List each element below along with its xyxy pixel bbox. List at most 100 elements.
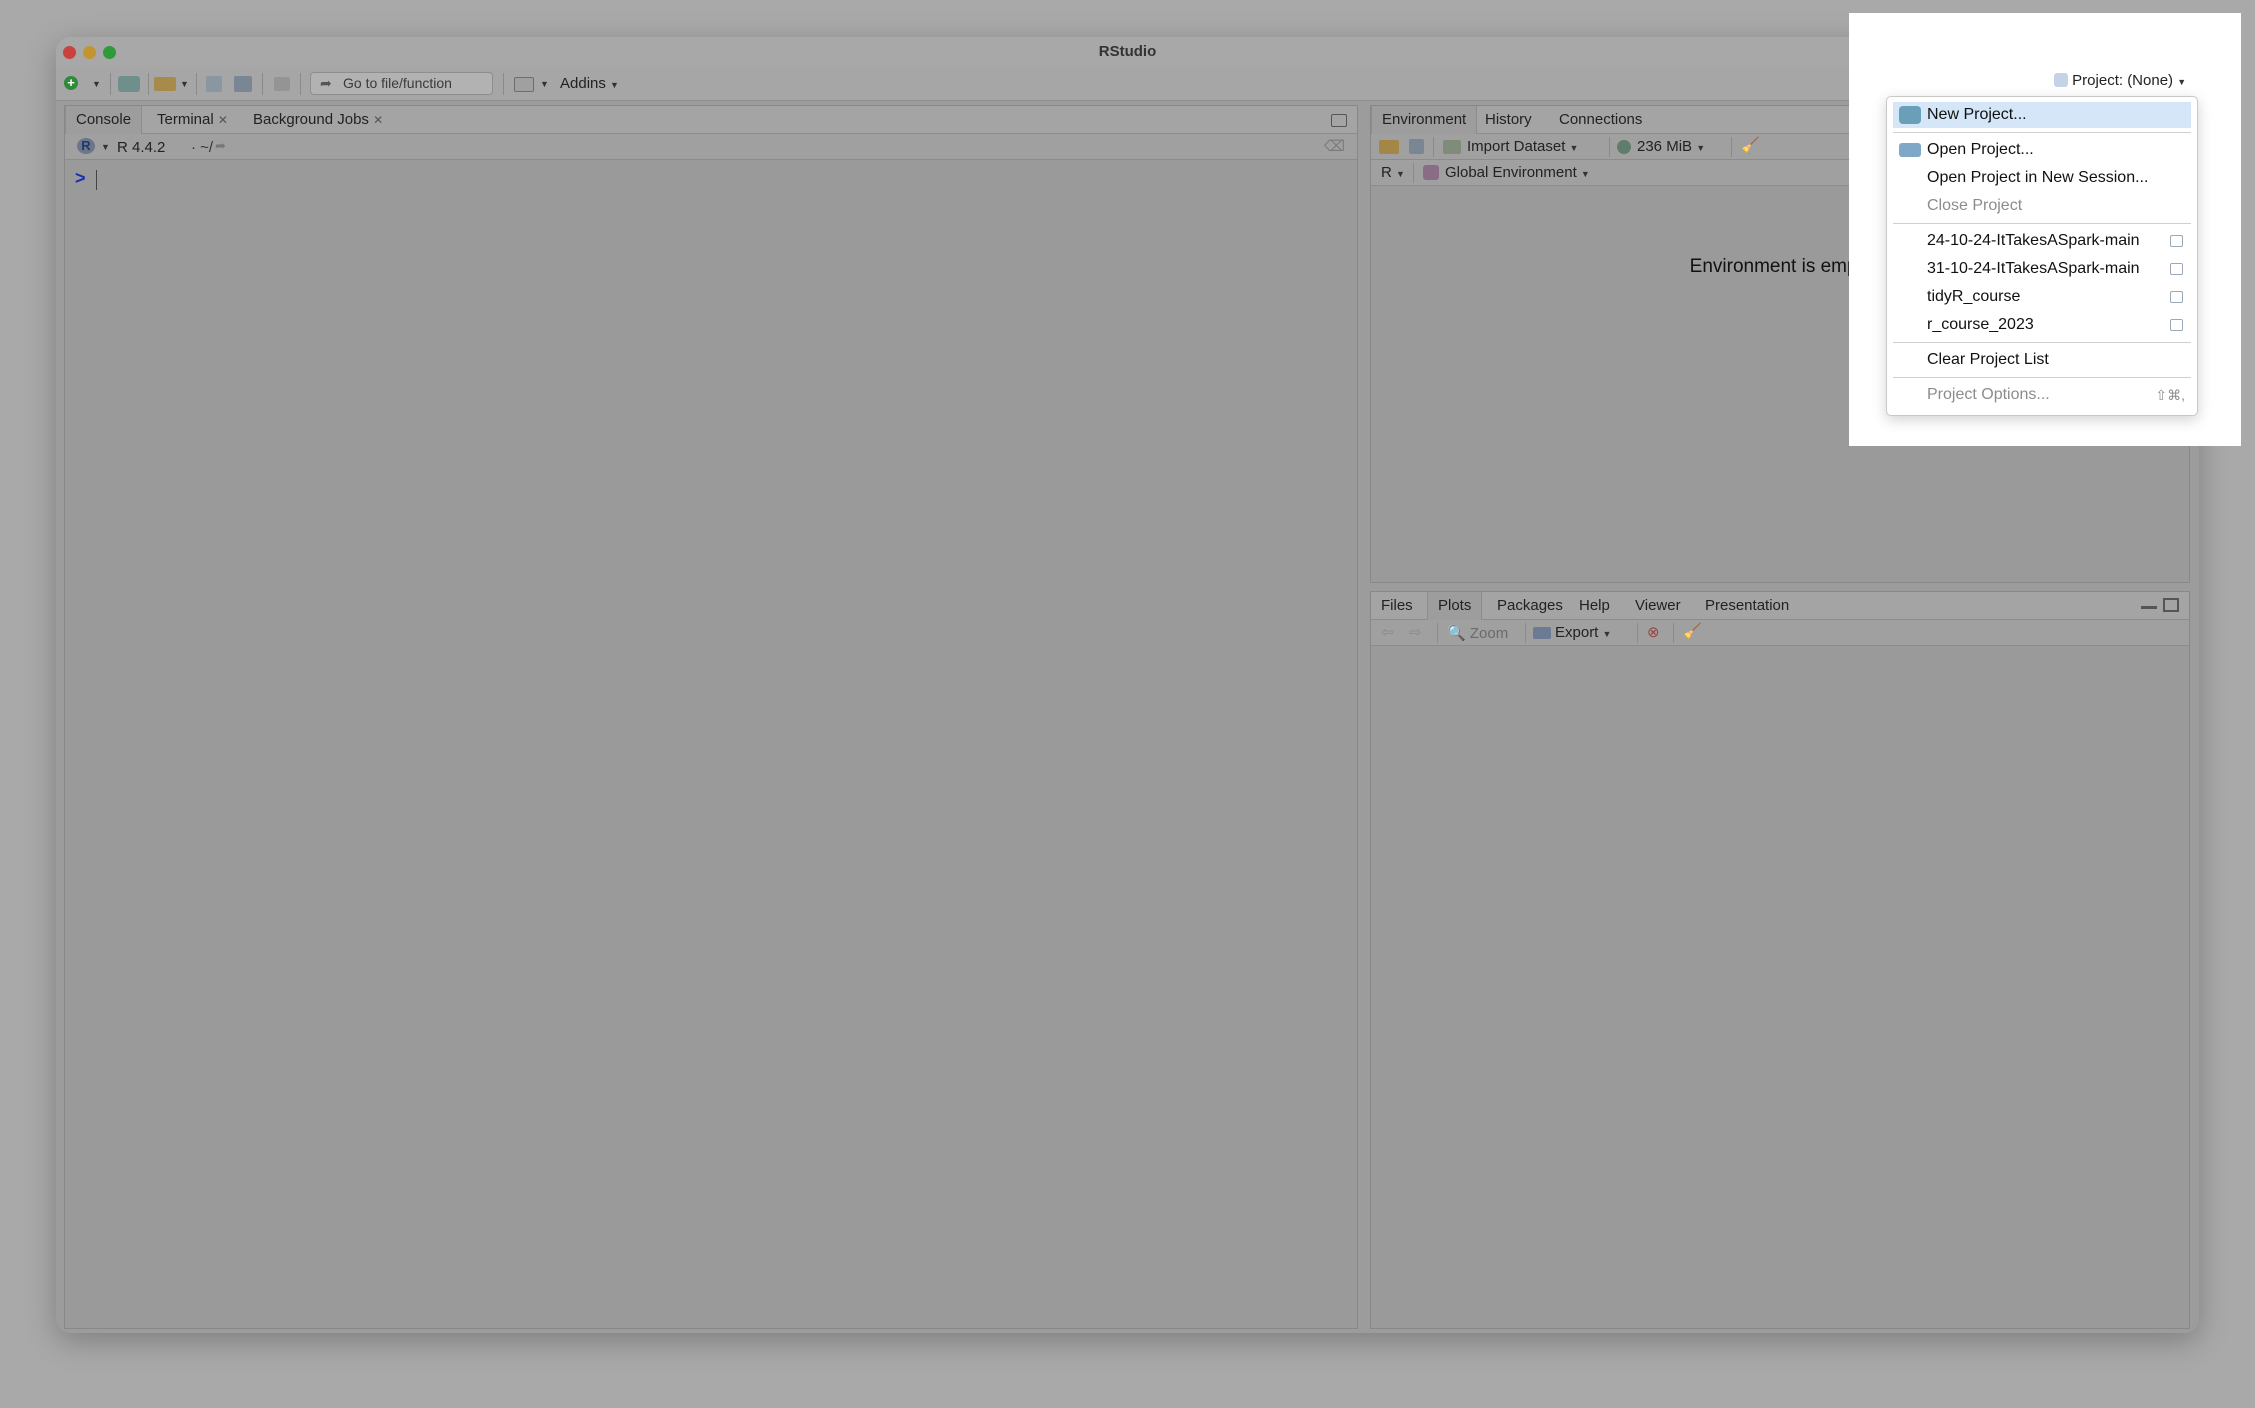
menu-item-project-options: Project Options... ⇧⌘,: [1893, 382, 2191, 408]
new-project-icon[interactable]: [118, 76, 140, 92]
chevron-down-icon: ▼: [610, 80, 619, 90]
working-dir[interactable]: · ~/: [191, 139, 213, 156]
files-tabs: Files Plots Packages Help Viewer Present…: [1371, 592, 2189, 620]
new-file-dropdown-icon[interactable]: ▼: [92, 79, 101, 89]
environment-scope-selector[interactable]: Global Environment ▼: [1445, 164, 1590, 181]
project-menu-button[interactable]: Project: (None) ▼: [2054, 72, 2186, 89]
export-button[interactable]: Export ▼: [1555, 624, 1611, 641]
load-workspace-icon[interactable]: [1379, 140, 1399, 154]
tab-console[interactable]: Console: [65, 106, 143, 134]
goto-file-function-input[interactable]: ➦ Go to file/function: [310, 72, 493, 95]
language-selector[interactable]: R ▼: [1381, 164, 1405, 181]
tab-label: Environment: [1382, 111, 1467, 128]
print-icon[interactable]: [274, 77, 290, 91]
tab-label: Packages: [1497, 597, 1563, 614]
zoom-button[interactable]: 🔍 Zoom: [1447, 624, 1508, 642]
broom-icon[interactable]: 🧹: [1741, 136, 1760, 154]
export-label: Export: [1555, 624, 1599, 641]
open-in-new-window-icon[interactable]: [2170, 319, 2183, 331]
open-in-new-window-icon[interactable]: [2170, 291, 2183, 303]
arrow-right-icon[interactable]: ⇨: [1409, 623, 1422, 641]
go-to-dir-icon[interactable]: ➦: [215, 138, 226, 154]
menu-item-clear-project-list[interactable]: Clear Project List: [1893, 347, 2191, 373]
tab-label: History: [1485, 111, 1532, 128]
project-dropdown-menu: New Project... Open Project... Open Proj…: [1886, 96, 2198, 416]
menu-item-label: tidyR_course: [1927, 288, 2021, 305]
menu-item-open-new-session[interactable]: Open Project in New Session...: [1893, 165, 2191, 191]
export-icon: [1533, 627, 1551, 639]
clear-console-icon[interactable]: ⌫: [1324, 137, 1345, 155]
addins-menu[interactable]: Addins ▼: [560, 75, 619, 92]
tab-terminal[interactable]: Terminal ✕: [147, 106, 238, 134]
menu-item-label: Project Options...: [1927, 386, 2050, 403]
open-in-new-window-icon[interactable]: [2170, 235, 2183, 247]
workspace-panes-dropdown-icon[interactable]: ▼: [540, 79, 549, 89]
tab-packages[interactable]: Packages: [1487, 592, 1573, 620]
minimize-window-button[interactable]: [83, 46, 96, 59]
tab-label: Background Jobs: [253, 111, 369, 128]
menu-item-recent-project[interactable]: r_course_2023: [1893, 312, 2191, 338]
save-workspace-icon[interactable]: [1409, 139, 1424, 154]
tab-connections[interactable]: Connections: [1549, 106, 1652, 134]
workspace-panes-icon[interactable]: [514, 77, 534, 92]
open-in-new-window-icon[interactable]: [2170, 263, 2183, 275]
close-icon[interactable]: ✕: [373, 113, 383, 127]
console-subbar: R ▼ R 4.4.2 · ~/ ➦ ⌫: [65, 134, 1357, 160]
save-all-icon[interactable]: [234, 76, 252, 92]
menu-item-close-project: Close Project: [1893, 193, 2191, 219]
import-label: Import Dataset: [1467, 138, 1566, 155]
open-file-dropdown-icon[interactable]: ▼: [180, 79, 189, 89]
console-input[interactable]: [96, 170, 97, 190]
chevron-down-icon[interactable]: ▼: [101, 142, 110, 152]
arrow-left-icon[interactable]: ⇦: [1381, 623, 1394, 641]
chevron-down-icon: ▼: [2177, 77, 2187, 87]
menu-item-label: Clear Project List: [1927, 351, 2049, 368]
memory-usage-button[interactable]: 236 MiB ▼: [1637, 138, 1705, 155]
menu-item-open-project[interactable]: Open Project...: [1893, 137, 2191, 163]
tab-label: Presentation: [1705, 597, 1790, 614]
menu-item-recent-project[interactable]: tidyR_course: [1893, 284, 2191, 310]
maximize-pane-icon[interactable]: [1331, 114, 1347, 127]
minimize-pane-icon[interactable]: [2141, 606, 2157, 609]
console-pane: Console Terminal ✕ Background Jobs ✕ R ▼…: [64, 105, 1358, 1329]
import-dataset-button[interactable]: Import Dataset ▼: [1467, 138, 1578, 155]
tab-files[interactable]: Files: [1371, 592, 1423, 620]
tab-help[interactable]: Help: [1569, 592, 1620, 620]
menu-item-label: New Project...: [1927, 106, 2027, 123]
new-project-icon: [1899, 106, 1921, 124]
project-label: Project: (None): [2072, 72, 2174, 89]
tab-history[interactable]: History: [1475, 106, 1542, 134]
tab-viewer[interactable]: Viewer: [1625, 592, 1691, 620]
tab-label: Viewer: [1635, 597, 1681, 614]
zoom-label: Zoom: [1469, 625, 1509, 642]
tab-presentation[interactable]: Presentation: [1695, 592, 1799, 620]
r-version: R 4.4.2: [117, 139, 166, 156]
broom-icon[interactable]: 🧹: [1683, 622, 1702, 640]
menu-item-label: Close Project: [1927, 197, 2023, 214]
close-icon[interactable]: ✕: [218, 113, 228, 127]
tab-label: Connections: [1559, 111, 1643, 128]
tab-label: Console: [76, 111, 132, 128]
maximize-pane-icon[interactable]: [2163, 598, 2179, 612]
remove-plot-icon[interactable]: ⊗: [1647, 623, 1660, 641]
plots-toolbar: ⇦ ⇨ 🔍 Zoom Export ▼ ⊗ 🧹: [1371, 620, 2189, 646]
tab-label: Files: [1381, 597, 1413, 614]
new-file-icon[interactable]: +: [64, 76, 78, 90]
tab-background-jobs[interactable]: Background Jobs ✕: [243, 106, 393, 134]
menu-item-new-project[interactable]: New Project...: [1893, 102, 2191, 128]
goto-placeholder: Go to file/function: [343, 75, 452, 91]
console-prompt: >: [75, 168, 86, 188]
goto-arrow-icon: ➦: [320, 75, 332, 91]
close-window-button[interactable]: [63, 46, 76, 59]
import-dataset-icon: [1443, 140, 1461, 154]
tab-environment[interactable]: Environment: [1371, 106, 1478, 134]
save-icon[interactable]: [206, 76, 222, 92]
open-file-icon[interactable]: [154, 77, 176, 91]
zoom-window-button[interactable]: [103, 46, 116, 59]
console-tabs: Console Terminal ✕ Background Jobs ✕: [65, 106, 1357, 134]
menu-item-label: Open Project...: [1927, 141, 2034, 158]
tab-plots[interactable]: Plots: [1427, 592, 1483, 620]
menu-item-label: r_course_2023: [1927, 316, 2034, 333]
menu-item-recent-project[interactable]: 24-10-24-ItTakesASpark-main: [1893, 228, 2191, 254]
menu-item-recent-project[interactable]: 31-10-24-ItTakesASpark-main: [1893, 256, 2191, 282]
